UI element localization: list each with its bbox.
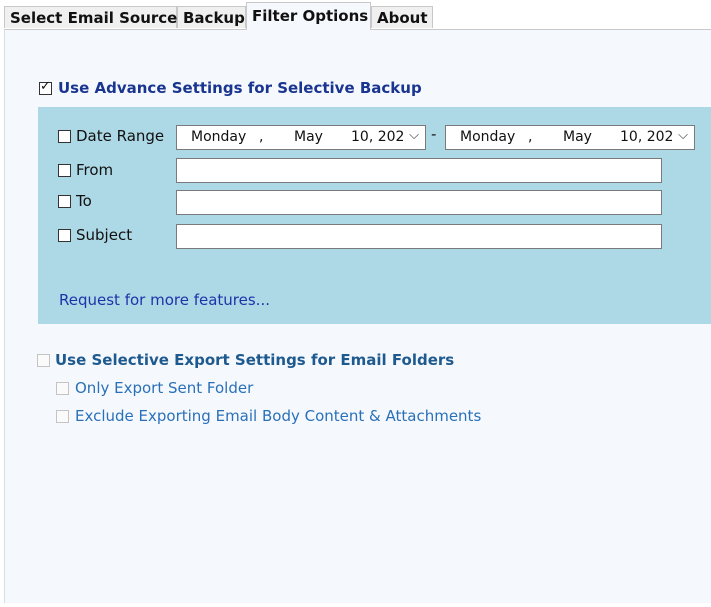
to-label: To (76, 192, 92, 210)
tab-bar: Select Email Source Backup Filter Option… (0, 0, 711, 30)
start-date-month: May (294, 129, 323, 145)
exclude-body-checkbox[interactable] (56, 410, 69, 423)
end-date-weekday: Monday (460, 129, 516, 145)
from-checkbox[interactable] (58, 164, 71, 177)
to-checkbox[interactable] (58, 195, 71, 208)
bottom-edge (0, 603, 711, 607)
start-date-weekday: Monday (191, 129, 247, 145)
from-label: From (76, 161, 114, 179)
request-more-features-link[interactable]: Request for more features... (59, 291, 270, 309)
from-input[interactable] (176, 158, 662, 183)
selective-export-label: Use Selective Export Settings for Email … (55, 351, 455, 369)
subject-label: Subject (76, 226, 133, 244)
tab-about[interactable]: About (371, 6, 433, 28)
end-date-day-year: 10, 202 (620, 129, 674, 145)
exclude-body-label: Exclude Exporting Email Body Content & A… (75, 407, 482, 425)
start-date-comma: , (259, 129, 264, 145)
selective-export-checkbox[interactable] (37, 354, 50, 367)
end-date-month: May (563, 129, 592, 145)
tab-backup[interactable]: Backup (177, 6, 246, 28)
only-export-sent-checkbox[interactable] (56, 382, 69, 395)
end-date-comma: , (528, 129, 533, 145)
subject-checkbox[interactable] (58, 229, 71, 242)
tab-filter-options[interactable]: Filter Options (246, 2, 371, 30)
date-range-checkbox[interactable] (58, 130, 71, 143)
start-date-day-year: 10, 202 (351, 129, 405, 145)
date-range-label: Date Range (76, 127, 165, 145)
advance-settings-checkbox[interactable] (39, 79, 52, 95)
chevron-down-icon[interactable]: ⌵ (678, 128, 688, 143)
start-date-picker[interactable]: Monday , May 10, 202 ⌵ (176, 125, 426, 150)
end-date-picker[interactable]: Monday , May 10, 202 ⌵ (445, 125, 695, 150)
date-range-separator: - (431, 125, 437, 143)
advance-settings-label: Use Advance Settings for Selective Backu… (58, 79, 422, 97)
only-export-sent-label: Only Export Sent Folder (75, 379, 254, 397)
tab-select-email-source[interactable]: Select Email Source (4, 6, 177, 28)
subject-input[interactable] (176, 224, 662, 249)
to-input[interactable] (176, 190, 662, 215)
chevron-down-icon[interactable]: ⌵ (409, 128, 419, 143)
